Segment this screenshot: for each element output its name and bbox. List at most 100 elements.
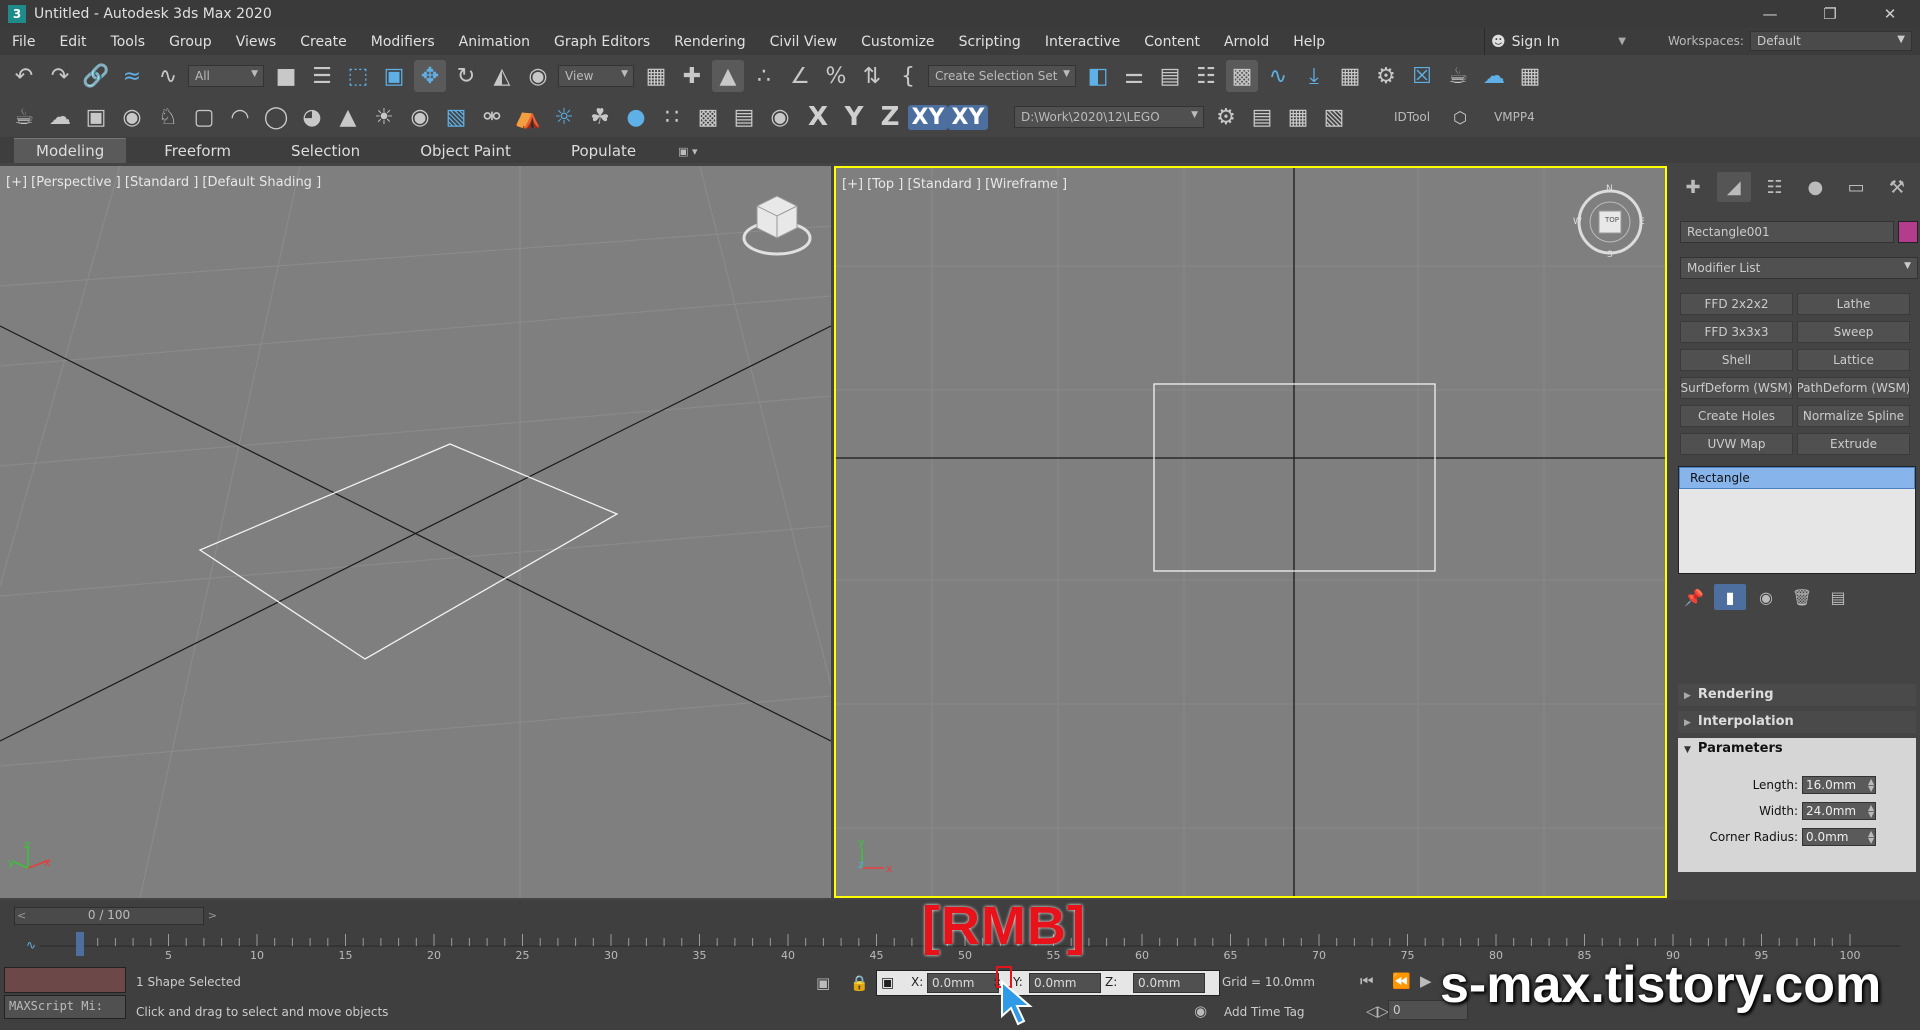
spinner-snap-icon[interactable]: ⇅ <box>856 60 888 92</box>
object-name-field[interactable]: Rectangle001 <box>1680 221 1894 243</box>
viewcube[interactable] <box>742 195 812 256</box>
menu-create[interactable]: Create <box>288 34 359 50</box>
redo-icon[interactable]: ↷ <box>44 60 76 92</box>
modify-panel-icon[interactable]: ◢ <box>1716 172 1751 202</box>
project-new-icon[interactable]: ▧ <box>1318 101 1350 133</box>
helper-icon[interactable]: ♘ <box>152 101 184 133</box>
menu-interactive[interactable]: Interactive <box>1033 34 1132 50</box>
tab-selection[interactable]: Selection <box>269 139 382 163</box>
select-scale-icon[interactable]: ◭ <box>486 60 518 92</box>
key-mode-icon[interactable]: ◁▷ <box>1366 1002 1389 1020</box>
edit-named-selection-icon[interactable]: { <box>892 60 924 92</box>
angle-snap-icon[interactable]: ∠ <box>784 60 816 92</box>
object-color-swatch[interactable] <box>1898 221 1918 243</box>
hexagon-icon[interactable]: ⬡ <box>1444 101 1476 133</box>
project-folder-icon[interactable]: ▤ <box>1246 101 1278 133</box>
workspaces-select[interactable]: Default ▼ <box>1750 31 1912 51</box>
modifier-button[interactable]: FFD 3x3x3 <box>1680 321 1793 343</box>
make-unique-icon[interactable]: ◉ <box>1750 584 1782 610</box>
unlink-icon[interactable]: ≈ <box>116 60 148 92</box>
menu-tools[interactable]: Tools <box>99 34 158 50</box>
length-field[interactable]: 16.0mm <box>1802 776 1876 794</box>
isolate-selection-icon[interactable]: ▣ <box>816 974 830 992</box>
axis-y-button[interactable]: Y <box>836 102 872 132</box>
modifier-button[interactable]: Normalize Spline <box>1797 405 1910 427</box>
display-panel-icon[interactable]: ▭ <box>1839 172 1873 202</box>
keyboard-shortcut-override-icon[interactable]: ▲ <box>712 60 744 92</box>
maxscript-mini-listener[interactable]: MAXScript Mi: <box>4 995 126 1019</box>
menu-content[interactable]: Content <box>1132 34 1212 50</box>
width-field[interactable]: 24.0mm <box>1802 802 1876 820</box>
disc-icon[interactable]: ◉ <box>404 101 436 133</box>
menu-views[interactable]: Views <box>224 34 289 50</box>
modifier-button[interactable]: Sweep <box>1797 321 1910 343</box>
teapot-icon[interactable]: ☕ <box>8 101 40 133</box>
scene-explorer-icon[interactable]: ▤ <box>1154 60 1186 92</box>
menu-edit[interactable]: Edit <box>47 34 98 50</box>
schematic-view-icon[interactable]: ⤓ <box>1298 60 1330 92</box>
torus-icon[interactable]: ◯ <box>260 101 292 133</box>
top-viewport-label[interactable]: [+] [Top ] [Standard ] [Wireframe ] <box>842 177 1067 192</box>
axis-xy-button[interactable]: XY <box>908 104 948 130</box>
sign-in-button[interactable]: ☻ Sign In ▼ <box>1484 28 1634 55</box>
motion-panel-icon[interactable]: ● <box>1798 172 1832 202</box>
modifier-button[interactable]: UVW Map <box>1680 433 1793 455</box>
viewport-top[interactable]: [+] [Top ] [Standard ] [Wireframe ] TOP … <box>834 166 1667 898</box>
hierarchy-panel-icon[interactable]: ☷ <box>1758 172 1792 202</box>
image-plane-icon[interactable]: ▣ <box>80 101 112 133</box>
menu-group[interactable]: Group <box>157 34 224 50</box>
menu-graph-editors[interactable]: Graph Editors <box>542 34 662 50</box>
menu-arnold[interactable]: Arnold <box>1212 34 1281 50</box>
tab-object-paint[interactable]: Object Paint <box>398 139 533 163</box>
menu-file[interactable]: File <box>0 34 47 50</box>
coord-x-field[interactable]: 0.0mm <box>927 973 999 993</box>
rectangular-selection-icon[interactable]: ⬚ <box>342 60 374 92</box>
modifier-list-dropdown[interactable]: Modifier List ▼ <box>1680 257 1918 279</box>
project-icon[interactable]: ⚙ <box>1210 101 1242 133</box>
modifier-button[interactable]: FFD 2x2x2 <box>1680 293 1793 315</box>
material-editor-icon[interactable]: ▦ <box>1334 60 1366 92</box>
undo-icon[interactable]: ↶ <box>8 60 40 92</box>
previous-frame-icon[interactable]: < <box>17 909 26 922</box>
select-by-name-icon[interactable]: ☰ <box>306 60 338 92</box>
absolute-mode-icon[interactable]: ▣ <box>881 975 894 991</box>
hemisphere-icon[interactable]: ◠ <box>224 101 256 133</box>
axis-z-button[interactable]: Z <box>872 102 908 132</box>
toggle-ribbon-icon[interactable]: ▩ <box>1226 60 1258 92</box>
modifier-button[interactable]: SurfDeform (WSM) <box>1680 377 1793 399</box>
project-folder-dropdown[interactable]: D:\Work\2020\12\LEGO ▼ <box>1014 106 1204 128</box>
pivot-center-icon[interactable]: ▦ <box>640 60 672 92</box>
render-frame-icon[interactable]: ▩ <box>692 101 724 133</box>
add-time-tag-button[interactable]: Add Time Tag <box>1224 1005 1305 1019</box>
camera-lens-icon[interactable]: ◉ <box>764 101 796 133</box>
modifier-button[interactable]: Lathe <box>1797 293 1910 315</box>
grid-icon[interactable]: ▦ <box>1514 60 1546 92</box>
modifier-button[interactable]: Lattice <box>1797 349 1910 371</box>
rollout-rendering[interactable]: ▶ Rendering <box>1678 684 1916 706</box>
vmpp4-button[interactable]: VMPP4 <box>1494 110 1535 124</box>
menu-scripting[interactable]: Scripting <box>947 34 1033 50</box>
tab-populate[interactable]: Populate <box>549 139 658 163</box>
select-move-icon[interactable]: ✥ <box>414 60 446 92</box>
modifier-button[interactable]: PathDeform (WSM) <box>1797 377 1910 399</box>
axis-xy-cycle-button[interactable]: XY <box>948 104 988 130</box>
bind-space-warp-icon[interactable]: ∿ <box>152 60 184 92</box>
selection-lock-icon[interactable]: 🔒 <box>850 974 869 992</box>
globe-icon[interactable]: ☼ <box>548 101 580 133</box>
spinner-icon[interactable]: ▲ ▼ <box>1868 804 1874 819</box>
light-bulb-icon[interactable]: ◉ <box>116 101 148 133</box>
menu-help[interactable]: Help <box>1281 34 1337 50</box>
render-in-cloud-icon[interactable]: ☁ <box>1478 60 1510 92</box>
tab-modeling[interactable]: Modeling <box>14 138 127 163</box>
previous-key-icon[interactable]: ⏪ <box>1392 972 1411 990</box>
maxscript-listener-output[interactable] <box>4 967 126 993</box>
render-setup-icon[interactable]: ⚙ <box>1370 60 1402 92</box>
cloud-icon[interactable]: ☁ <box>44 101 76 133</box>
curve-editor-mini-icon[interactable]: ∿ <box>26 938 36 952</box>
cloth-icon[interactable]: ▧ <box>440 101 472 133</box>
menu-civil-view[interactable]: Civil View <box>758 34 849 50</box>
window-crossing-icon[interactable]: ▣ <box>378 60 410 92</box>
maximize-icon[interactable]: ❐ <box>1800 0 1860 28</box>
percent-snap-icon[interactable]: % <box>820 60 852 92</box>
show-end-result-icon[interactable]: ▮ <box>1714 584 1746 610</box>
